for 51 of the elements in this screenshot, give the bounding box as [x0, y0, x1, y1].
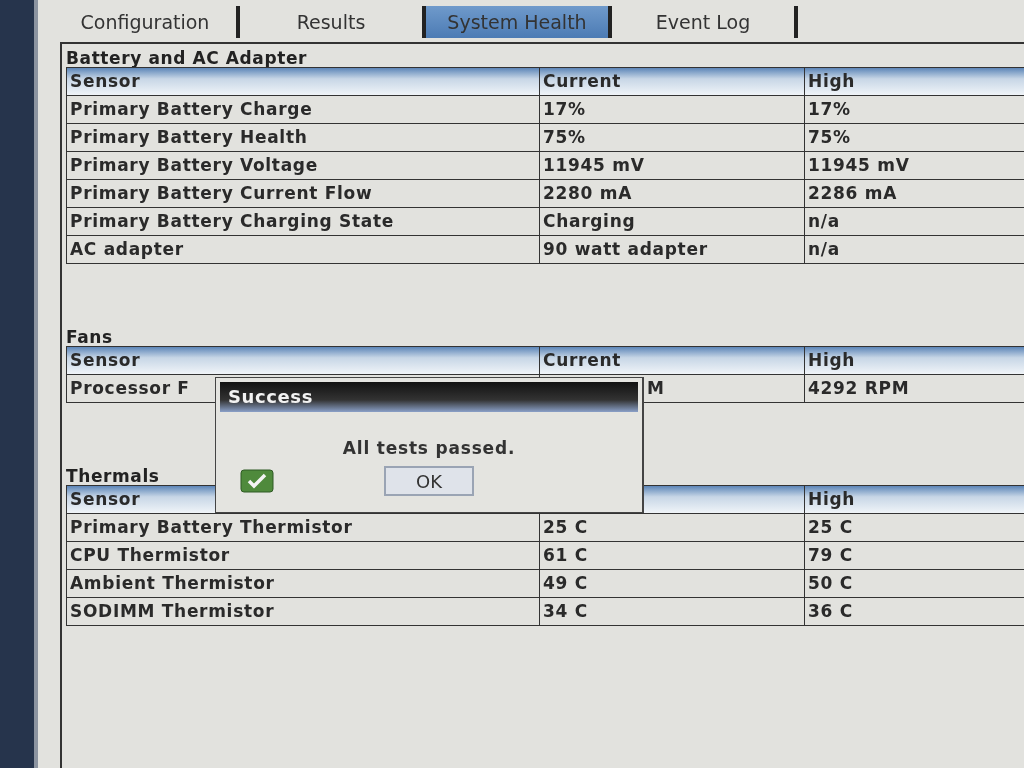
- table-cell: 17%: [543, 99, 586, 119]
- table-cell: Primary Battery Current Flow: [70, 183, 373, 203]
- table-cell: SODIMM Thermistor: [70, 601, 275, 621]
- tab[interactable]: Configuration: [54, 6, 240, 38]
- table-cell: 49 C: [543, 573, 588, 593]
- column-header: High: [808, 71, 856, 91]
- table-cell: 2286 mA: [808, 183, 897, 203]
- column-header: Sensor: [70, 489, 141, 509]
- table-cell: Charging: [543, 211, 636, 231]
- table-cell: 25 C: [808, 517, 853, 537]
- table-cell: Primary Battery Thermistor: [70, 517, 353, 537]
- dialog-message: All tests passed.: [342, 438, 516, 458]
- column-header: Sensor: [70, 71, 141, 91]
- tab[interactable]: Event Log: [612, 6, 798, 38]
- table-cell: CPU Thermistor: [70, 545, 230, 565]
- column-header: High: [808, 350, 856, 370]
- table-cell: Processor F: [70, 378, 190, 398]
- table-cell: 75%: [808, 127, 851, 147]
- table-cell: 61 C: [543, 545, 588, 565]
- check-icon: [240, 469, 274, 493]
- table-cell: 36 C: [808, 601, 853, 621]
- table-cell: Primary Battery Voltage: [70, 155, 318, 175]
- ok-button[interactable]: OK: [384, 466, 474, 496]
- table-cell: AC adapter: [70, 239, 184, 259]
- table-cell: n/a: [808, 211, 840, 231]
- section-title: Battery and AC Adapter: [66, 49, 307, 67]
- table-cell: Primary Battery Charge: [70, 99, 313, 119]
- table-cell: 79 C: [808, 545, 853, 565]
- table-cell: M: [647, 378, 665, 398]
- table-cell: 2280 mA: [543, 183, 632, 203]
- table-cell: 4292 RPM: [808, 378, 910, 398]
- table-cell: 17%: [808, 99, 851, 119]
- table-cell: 90 watt adapter: [543, 239, 708, 259]
- table-cell: 34 C: [543, 601, 588, 621]
- table-cell: n/a: [808, 239, 840, 259]
- section-title: Thermals: [66, 467, 160, 485]
- table-cell: Primary Battery Charging State: [70, 211, 394, 231]
- table-cell: 75%: [543, 127, 586, 147]
- table-cell: Primary Battery Health: [70, 127, 308, 147]
- table-cell: 25 C: [543, 517, 588, 537]
- tab[interactable]: System Health: [426, 6, 612, 38]
- table-cell: 11945 mV: [808, 155, 910, 175]
- dialog-title: Success: [220, 382, 638, 412]
- table-cell: Ambient Thermistor: [70, 573, 275, 593]
- column-header: High: [808, 489, 856, 509]
- column-header: Current: [543, 350, 621, 370]
- table-cell: 50 C: [808, 573, 853, 593]
- table-cell: 11945 mV: [543, 155, 645, 175]
- column-header: Current: [543, 71, 621, 91]
- section-title: Fans: [66, 328, 113, 346]
- column-header: Sensor: [70, 350, 141, 370]
